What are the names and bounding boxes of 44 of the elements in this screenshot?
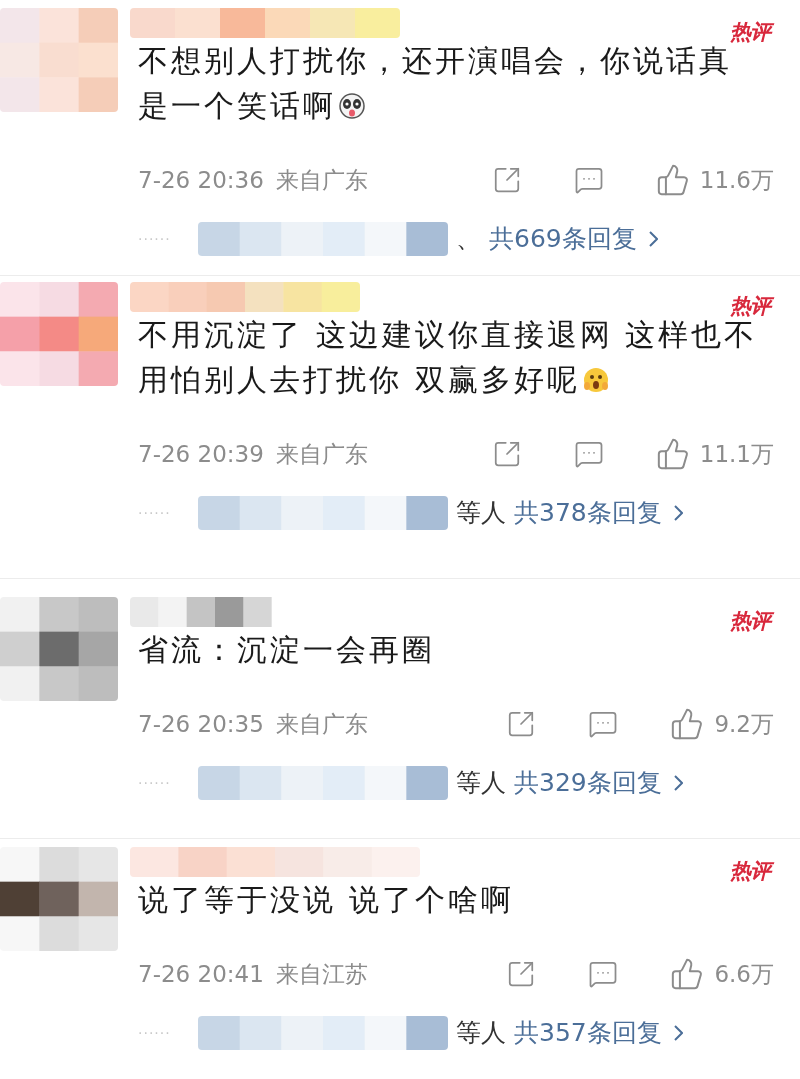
- comment-time: 7-26 20:35: [138, 709, 264, 739]
- chevron-right-icon: [673, 1025, 683, 1041]
- view-replies-link[interactable]: 共357条回复: [514, 1014, 683, 1052]
- ellipsis-dots: ······: [138, 773, 172, 793]
- view-replies-link[interactable]: 共329条回复: [514, 764, 683, 802]
- comment-icon[interactable]: [588, 959, 619, 989]
- like-icon[interactable]: [670, 957, 705, 991]
- repliers-suffix: 等人: [456, 497, 506, 530]
- like-count: 9.2万: [714, 709, 774, 739]
- comment-time: 7-26 20:41: [138, 959, 264, 989]
- comment-location: 来自广东: [275, 165, 368, 195]
- view-replies-link[interactable]: 共378条回复: [514, 494, 683, 532]
- like-icon[interactable]: [655, 163, 690, 197]
- repliers-suffix: 、: [456, 223, 481, 256]
- comment-icon[interactable]: [573, 439, 604, 469]
- comment-icon[interactable]: [588, 709, 619, 739]
- chevron-right-icon: [673, 775, 683, 791]
- chevron-right-icon: [648, 231, 658, 247]
- repliers-suffix: 等人: [456, 1017, 506, 1050]
- comment-text-line: 省流：沉淀一会再圈: [138, 631, 435, 669]
- ellipsis-dots: ······: [138, 1023, 172, 1043]
- comment-location: 来自广东: [275, 439, 368, 469]
- comment-icon[interactable]: [573, 165, 604, 195]
- view-replies-link[interactable]: 共669条回复: [489, 220, 658, 258]
- comment-time: 7-26 20:39: [138, 439, 264, 469]
- ellipsis-dots: ······: [138, 503, 172, 523]
- like-count: 11.6万: [699, 165, 774, 195]
- comment-text-line: 不想别人打扰你，还开演唱会，你说话真: [138, 43, 732, 80]
- like-count: 6.6万: [714, 959, 774, 989]
- shocked-face-emoji-icon: [581, 365, 610, 394]
- comment-text-line: 不用沉淀了 这边建议你直接退网 这样也不: [138, 317, 758, 354]
- like-icon[interactable]: [670, 707, 705, 741]
- comment-location: 来自江苏: [275, 959, 368, 989]
- chevron-right-icon: [673, 505, 683, 521]
- panda-face-emoji-icon: [338, 91, 366, 120]
- comment-location: 来自广东: [275, 709, 368, 739]
- comment-text-line: 是一个笑话啊: [138, 87, 336, 125]
- comment-time: 7-26 20:36: [138, 165, 264, 195]
- comment-text-line: 用怕别人去打扰你 双赢多好呢: [138, 361, 580, 399]
- like-icon[interactable]: [655, 437, 690, 471]
- like-count: 11.1万: [699, 439, 774, 469]
- ellipsis-dots: ······: [138, 229, 172, 249]
- repliers-suffix: 等人: [456, 767, 506, 800]
- comment-text-line: 说了等于没说 说了个啥啊: [138, 881, 514, 919]
